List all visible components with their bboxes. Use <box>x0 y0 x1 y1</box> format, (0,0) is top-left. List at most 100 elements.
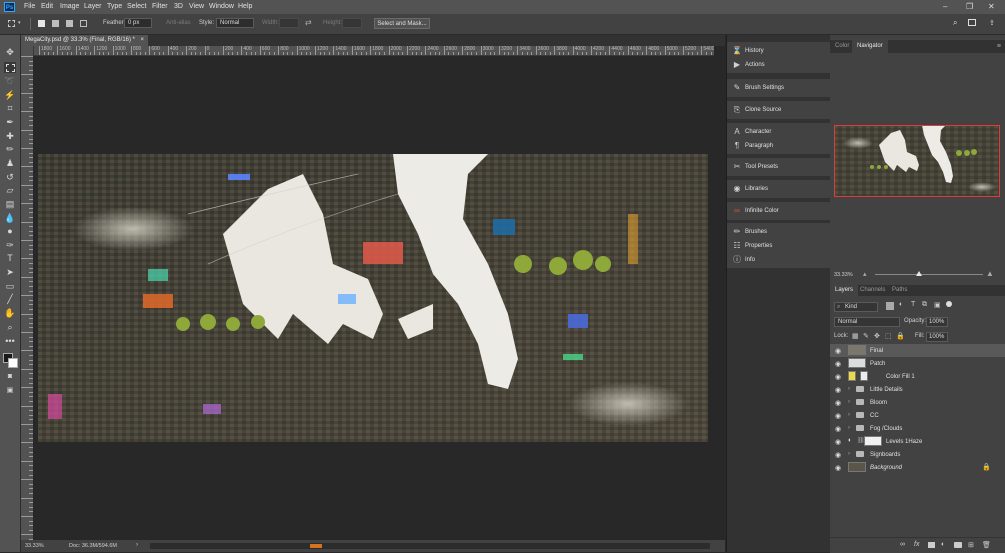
close-icon[interactable]: ✕ <box>988 2 995 11</box>
new-layer-icon[interactable]: ⊞ <box>968 541 974 549</box>
select-and-mask-button[interactable]: Select and Mask... <box>374 18 430 29</box>
mask-icon[interactable] <box>928 542 935 548</box>
search-icon[interactable]: ⌕ <box>953 18 957 28</box>
shape-tool-icon[interactable]: ▭ <box>4 281 16 292</box>
fx-icon[interactable]: fx <box>914 541 919 548</box>
visibility-eye-icon[interactable]: ◉ <box>835 438 841 446</box>
workspace-icon[interactable] <box>968 19 976 26</box>
more-tools-icon[interactable]: ••• <box>4 336 16 347</box>
width-input[interactable] <box>279 18 299 28</box>
dock-item-character[interactable]: A Character <box>727 125 830 139</box>
share-icon[interactable]: ⇪ <box>989 19 995 27</box>
menu-filter[interactable]: Filter <box>152 3 168 10</box>
navigator-slider-thumb[interactable] <box>916 271 922 276</box>
layer-row-fog-clouds[interactable]: ◉ › Fog /Clouds <box>830 422 1005 435</box>
lock-all-icon[interactable]: 🔒 <box>896 332 905 340</box>
menu-help[interactable]: Help <box>238 3 252 10</box>
zoom-tool-icon[interactable]: ⌕ <box>4 322 16 333</box>
restore-icon[interactable]: ❐ <box>966 2 973 11</box>
navigator-zoom-slider[interactable] <box>875 274 983 275</box>
eyedropper-tool-icon[interactable]: ✒ <box>4 117 16 128</box>
visibility-eye-icon[interactable]: ◉ <box>835 373 841 381</box>
pen-tool-icon[interactable]: ✑ <box>4 240 16 251</box>
visibility-eye-icon[interactable]: ◉ <box>835 360 841 368</box>
tab-paths[interactable]: Paths <box>887 285 912 296</box>
blend-mode-select[interactable]: Normal <box>834 317 900 327</box>
eraser-tool-icon[interactable]: ▱ <box>4 185 16 196</box>
visibility-eye-icon[interactable]: ◉ <box>835 464 841 472</box>
menu-type[interactable]: Type <box>107 3 122 10</box>
group-icon[interactable] <box>954 542 962 548</box>
filter-pixel-icon[interactable] <box>886 302 894 310</box>
navigator-preview[interactable] <box>834 125 1000 197</box>
lock-pixels-icon[interactable]: ✎ <box>863 332 869 340</box>
filter-toggle-icon[interactable] <box>946 301 952 307</box>
visibility-eye-icon[interactable]: ◉ <box>835 451 841 459</box>
rectangular-marquee-preset-icon[interactable] <box>8 20 15 27</box>
dock-item-brush-settings[interactable]: ✎ Brush Settings <box>727 81 830 95</box>
dock-item-paragraph[interactable]: ¶ Paragraph <box>727 139 830 153</box>
scrollbar-thumb[interactable] <box>310 544 322 548</box>
zoom-readout[interactable]: 33.33% <box>25 543 44 549</box>
quick-mask-icon[interactable]: ◙ <box>4 371 16 382</box>
expand-chevron-icon[interactable]: › <box>848 399 850 405</box>
clone-stamp-tool-icon[interactable]: ♟ <box>4 158 16 169</box>
expand-chevron-icon[interactable]: › <box>848 425 850 431</box>
layer-row-color-fill[interactable]: ◉ Color Fill 1 <box>830 370 1005 383</box>
lock-transparent-icon[interactable]: ▦ <box>852 332 859 340</box>
line-tool-icon[interactable]: ╱ <box>4 294 16 305</box>
layer-row-little-details[interactable]: ◉ › Little Details <box>830 383 1005 396</box>
feather-input[interactable]: 0 px <box>124 18 152 28</box>
dock-item-info[interactable]: ⓘ Info <box>727 253 830 267</box>
crop-tool-icon[interactable]: ⌗ <box>4 103 16 114</box>
dock-item-infinite-color[interactable]: ∞ Infinite Color <box>727 204 830 218</box>
visibility-eye-icon[interactable]: ◉ <box>835 412 841 420</box>
navigator-zoom-value[interactable]: 33.33% <box>834 272 853 278</box>
layer-row-cc[interactable]: ◉ › CC <box>830 409 1005 422</box>
status-menu-chevron-icon[interactable]: › <box>136 542 138 548</box>
tab-color[interactable]: Color <box>830 40 854 53</box>
opacity-input[interactable]: 100% <box>926 317 948 327</box>
menu-edit[interactable]: Edit <box>41 3 53 10</box>
layer-filter-select[interactable]: ⌕ Kind <box>834 302 878 312</box>
gradient-tool-icon[interactable]: ▤ <box>4 199 16 210</box>
lock-position-icon[interactable]: ✥ <box>874 332 880 340</box>
filter-adjustment-icon[interactable]: ◐ <box>899 301 903 308</box>
blur-tool-icon[interactable]: 💧 <box>4 213 16 224</box>
tab-navigator[interactable]: Navigator <box>852 40 888 53</box>
minimize-icon[interactable]: – <box>943 2 947 11</box>
subtract-selection-icon[interactable] <box>66 20 73 27</box>
type-tool-icon[interactable]: T <box>4 253 16 264</box>
visibility-eye-icon[interactable]: ◉ <box>835 425 841 433</box>
path-selection-tool-icon[interactable]: ➤ <box>4 267 16 278</box>
healing-brush-tool-icon[interactable]: ✚ <box>4 131 16 142</box>
filter-type-icon[interactable]: T <box>911 301 915 308</box>
dock-item-history[interactable]: ⌛ History <box>727 44 830 58</box>
expand-chevron-icon[interactable]: › <box>848 386 850 392</box>
expand-chevron-icon[interactable]: › <box>848 451 850 457</box>
layer-row-background[interactable]: ◉ Background 🔒 <box>830 461 1005 474</box>
dock-item-tool-presets[interactable]: ✂ Tool Presets <box>727 160 830 174</box>
visibility-eye-icon[interactable]: ◉ <box>835 399 841 407</box>
antialias-checkbox[interactable]: Anti-alias <box>166 20 191 26</box>
height-input[interactable] <box>342 18 362 28</box>
menu-select[interactable]: Select <box>127 3 146 10</box>
chevron-down-icon[interactable]: ▾ <box>18 20 21 26</box>
visibility-eye-icon[interactable]: ◉ <box>835 386 841 394</box>
dock-item-actions[interactable]: ▶ Actions <box>727 58 830 72</box>
fill-input[interactable]: 100% <box>926 332 948 342</box>
screen-mode-icon[interactable]: ▣ <box>4 385 16 396</box>
trash-icon[interactable]: 🗑 <box>982 541 991 549</box>
brush-tool-icon[interactable]: ✏ <box>4 144 16 155</box>
dock-item-brushes[interactable]: ✏ Brushes <box>727 225 830 239</box>
menu-image[interactable]: Image <box>60 3 79 10</box>
tab-close-icon[interactable]: × <box>140 35 144 46</box>
layer-row-levels[interactable]: ◉ ◐ ⛓ Levels 1Haze <box>830 435 1005 448</box>
swap-dimensions-icon[interactable]: ⇄ <box>305 18 312 27</box>
visibility-eye-icon[interactable]: ◉ <box>835 347 841 355</box>
move-tool-icon[interactable]: ✥ <box>4 47 16 58</box>
link-icon[interactable]: ∞ <box>900 541 905 548</box>
horizontal-ruler[interactable]: 1800 1600 1400 1200 1000 800 600 400 200 0 200 400 6… <box>33 46 714 56</box>
menu-file[interactable]: File <box>24 3 35 10</box>
background-color-swatch[interactable] <box>8 358 18 368</box>
